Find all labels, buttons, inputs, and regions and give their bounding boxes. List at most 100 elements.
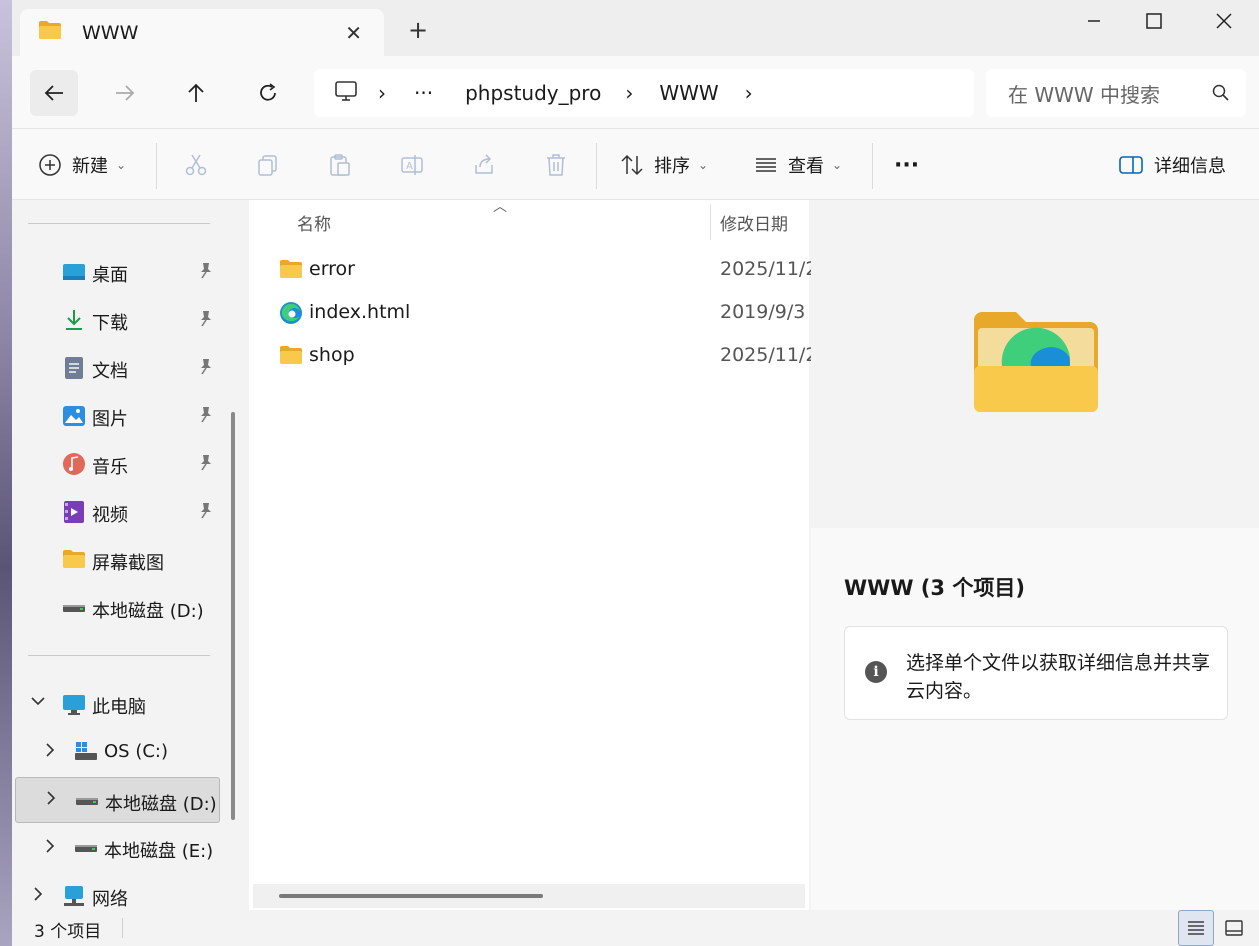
folder-icon	[62, 548, 86, 572]
new-label: 新建	[72, 156, 108, 177]
computer-icon	[62, 692, 86, 716]
close-icon[interactable]	[1204, 6, 1244, 36]
sidebar-item-this-pc[interactable]: 此电脑	[12, 681, 222, 727]
forward-arrow-icon[interactable]	[101, 70, 149, 116]
pin-icon[interactable]	[198, 502, 214, 525]
pin-icon[interactable]	[198, 406, 214, 429]
sidebar-item-pictures[interactable]: 图片	[12, 393, 222, 439]
file-row-error[interactable]: error 2025/11/2	[249, 248, 817, 291]
maximize-icon[interactable]	[1134, 6, 1174, 36]
cut-icon[interactable]	[184, 145, 208, 185]
sidebar-item-label: 此电脑	[92, 697, 146, 718]
tab-close-icon[interactable]: ✕	[345, 21, 362, 45]
details-view-icon[interactable]	[1178, 910, 1214, 946]
details-label: 详细信息	[1154, 156, 1226, 177]
file-row-shop[interactable]: shop 2025/11/2	[249, 334, 817, 377]
chevron-right-icon[interactable]	[30, 886, 46, 907]
title-bar: WWW ✕ +	[12, 0, 1259, 56]
back-arrow-icon[interactable]	[30, 70, 78, 116]
breadcrumb-www[interactable]: WWW	[659, 81, 718, 105]
sidebar-item-label: 屏幕截图	[92, 553, 164, 574]
file-explorer-window: WWW ✕ + › ··· phpstudy_pro › WWW › 在 WWW…	[12, 0, 1259, 946]
drive-icon	[75, 789, 99, 813]
sidebar-item-screenshots[interactable]: 屏幕截图	[12, 537, 222, 583]
folder-icon	[279, 344, 303, 371]
sidebar-item-desktop[interactable]: 桌面	[12, 249, 222, 295]
pin-icon[interactable]	[198, 310, 214, 333]
sort-button[interactable]: 排序 ⌄	[620, 145, 708, 185]
pin-icon[interactable]	[198, 454, 214, 477]
toolbar-divider	[872, 143, 873, 189]
breadcrumb-separator[interactable]: ›	[745, 81, 753, 105]
address-bar[interactable]: › ··· phpstudy_pro › WWW ›	[314, 69, 974, 117]
chevron-right-icon[interactable]	[42, 838, 58, 859]
divider	[28, 223, 210, 224]
sidebar-item-drive-d[interactable]: 本地磁盘 (D:)	[12, 585, 222, 631]
sidebar-item-drive-d-selected[interactable]: 本地磁盘 (D:)	[15, 777, 220, 823]
navigation-pane: 桌面 下载 文档 图片 音乐 视频 屏幕截图 本地磁盘 (D:) 此电脑 OS …	[12, 200, 246, 910]
search-box[interactable]: 在 WWW 中搜索	[986, 69, 1246, 117]
rename-icon[interactable]: A	[400, 145, 424, 185]
status-divider	[122, 918, 123, 938]
delete-icon[interactable]	[544, 145, 568, 185]
column-header-name[interactable]: 名称	[297, 210, 331, 235]
sidebar-item-downloads[interactable]: 下载	[12, 297, 222, 343]
network-icon	[62, 884, 86, 908]
paste-icon[interactable]	[328, 145, 352, 185]
minimize-icon[interactable]	[1074, 6, 1114, 36]
file-name: error	[309, 258, 355, 280]
sidebar-item-drive-e[interactable]: 本地磁盘 (E:)	[12, 825, 222, 871]
details-pane-icon	[1119, 156, 1143, 174]
drive-icon	[62, 596, 86, 620]
more-options-button[interactable]: ···	[894, 145, 919, 185]
new-tab-button[interactable]: +	[408, 18, 428, 42]
file-row-index-html[interactable]: index.html 2019/9/3	[249, 291, 809, 334]
chevron-right-icon[interactable]	[43, 790, 59, 811]
breadcrumb-overflow[interactable]: ···	[414, 81, 433, 105]
sidebar-scrollbar[interactable]	[231, 412, 235, 820]
sidebar-item-documents[interactable]: 文档	[12, 345, 222, 391]
sidebar-item-label: 本地磁盘 (D:)	[92, 601, 204, 622]
breadcrumb-phpstudy-pro[interactable]: phpstudy_pro	[465, 81, 601, 105]
sort-icon	[621, 154, 643, 176]
toolbar-divider	[596, 143, 597, 189]
tiles-view-icon[interactable]	[1216, 910, 1252, 946]
folder-with-edge-icon	[974, 312, 1098, 412]
info-icon: i	[865, 661, 887, 683]
column-header-modified[interactable]: 修改日期	[720, 210, 788, 235]
computer-icon[interactable]	[334, 80, 358, 107]
sidebar-item-videos[interactable]: 视频	[12, 489, 222, 535]
chevron-right-icon[interactable]	[42, 742, 58, 763]
sort-label: 排序	[654, 156, 690, 177]
search-placeholder: 在 WWW 中搜索	[1008, 82, 1161, 107]
sort-ascending-icon: ︿	[493, 199, 507, 215]
copy-icon[interactable]	[256, 145, 280, 185]
pin-icon[interactable]	[198, 358, 214, 381]
up-arrow-icon[interactable]	[172, 70, 220, 116]
tab-www[interactable]: WWW ✕	[20, 9, 384, 56]
new-button[interactable]: 新建 ⌄	[38, 145, 126, 185]
search-icon[interactable]	[1212, 83, 1230, 107]
pin-icon[interactable]	[198, 262, 214, 285]
file-date: 2025/11/2	[720, 258, 818, 280]
download-icon	[62, 308, 86, 332]
details-pane: WWW (3 个项目) i 选择单个文件以获取详细信息并共享云内容。	[811, 200, 1259, 910]
folder-preview	[811, 200, 1259, 528]
view-button[interactable]: 查看 ⌄	[754, 145, 842, 185]
plus-circle-icon	[39, 154, 61, 176]
sidebar-item-label: 本地磁盘 (D:)	[105, 794, 217, 815]
details-pane-button[interactable]: 详细信息	[1118, 145, 1226, 185]
horizontal-scrollbar[interactable]	[279, 894, 543, 898]
breadcrumb-separator[interactable]: ›	[378, 81, 386, 105]
desktop-icon	[62, 260, 86, 284]
edge-icon	[279, 301, 303, 330]
status-bar: 3 个项目	[12, 910, 1259, 946]
share-icon[interactable]	[472, 145, 496, 185]
sidebar-item-drive-c[interactable]: OS (C:)	[12, 729, 222, 775]
breadcrumb-separator[interactable]: ›	[625, 81, 633, 105]
chevron-down-icon[interactable]	[30, 693, 46, 714]
refresh-icon[interactable]	[244, 70, 292, 116]
column-divider[interactable]	[710, 204, 711, 240]
sidebar-item-music[interactable]: 音乐	[12, 441, 222, 487]
sidebar-item-label: 本地磁盘 (E:)	[104, 841, 214, 862]
